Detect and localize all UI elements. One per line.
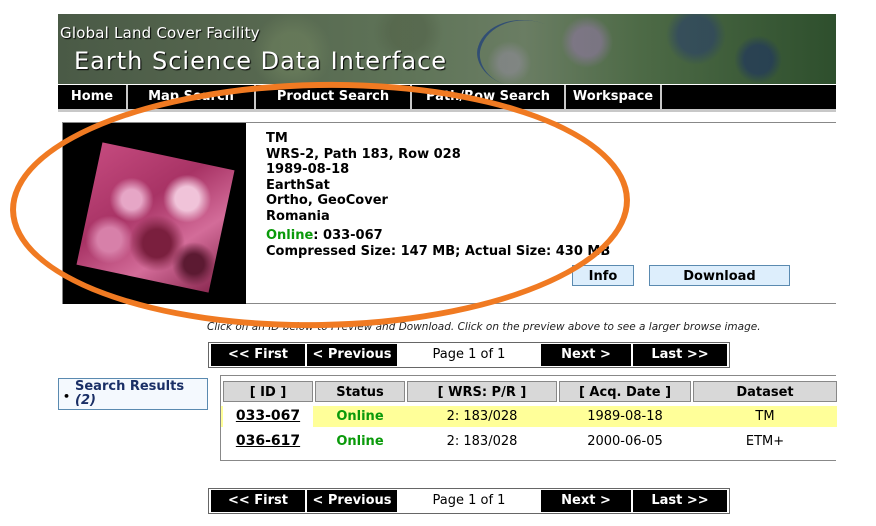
row-wrs: 2: 183/028 xyxy=(446,434,518,449)
banner-title-small: Global Land Cover Facility xyxy=(60,24,260,42)
page-indicator: Page 1 of 1 xyxy=(432,493,506,508)
col-id[interactable]: [ ID ] xyxy=(223,381,313,402)
col-wrs[interactable]: [ WRS: P/R ] xyxy=(407,381,557,402)
results-table: [ ID ] Status [ WRS: P/R ] [ Acq. Date ]… xyxy=(220,375,837,461)
preview-hint: Click on an ID below to Preview and Down… xyxy=(207,321,761,333)
row-id[interactable]: 036-617 xyxy=(223,431,313,452)
scene-metadata: TM WRS-2, Path 183, Row 028 1989-08-18 E… xyxy=(266,131,610,259)
nav-home[interactable]: Home xyxy=(58,85,128,109)
pager-top: << First < Previous Page 1 of 1 Next > L… xyxy=(208,342,730,368)
scene-product: Ortho, GeoCover xyxy=(266,193,388,208)
search-results-count: (2) xyxy=(75,393,96,408)
scene-size: Compressed Size: 147 MB; Actual Size: 43… xyxy=(266,243,611,259)
search-results-box[interactable]: • Search Results (2) xyxy=(58,378,208,410)
info-button[interactable]: Info xyxy=(572,265,634,286)
scene-wrs: WRS-2, Path 183, Row 028 xyxy=(266,146,461,162)
row-id-link[interactable]: 036-617 xyxy=(236,433,300,449)
table-row[interactable]: 033-067 Online 2: 183/028 1989-08-18 TM xyxy=(221,406,837,427)
col-dataset: Dataset xyxy=(693,381,837,402)
nav-path-row-search[interactable]: Path/Row Search xyxy=(412,85,566,109)
row-dataset: TM xyxy=(755,409,775,424)
row-date: 2000-06-05 xyxy=(587,434,663,449)
nav-workspace[interactable]: Workspace xyxy=(566,85,662,109)
download-button[interactable]: Download xyxy=(649,265,790,286)
row-status: Online xyxy=(336,434,384,449)
row-wrs: 2: 183/028 xyxy=(446,409,518,424)
scene-status: Online xyxy=(266,228,314,243)
site-banner: Global Land Cover Facility Earth Science… xyxy=(58,14,836,84)
search-results-title[interactable]: Search Results xyxy=(75,379,184,394)
scene-provider: EarthSat xyxy=(266,177,330,193)
previous-button[interactable]: < Previous xyxy=(307,490,397,512)
scene-detail-panel: TM WRS-2, Path 183, Row 028 1989-08-18 E… xyxy=(62,122,836,304)
row-date: 1989-08-18 xyxy=(587,409,663,424)
col-acq-date[interactable]: [ Acq. Date ] xyxy=(559,381,691,402)
row-id[interactable]: 033-067 xyxy=(223,406,313,427)
nav-map-search[interactable]: Map Search xyxy=(128,85,256,109)
scene-status-id: : 033-067 xyxy=(313,228,383,243)
first-button[interactable]: << First xyxy=(211,344,305,366)
first-button[interactable]: << First xyxy=(211,490,305,512)
col-status: Status xyxy=(315,381,405,402)
row-dataset: ETM+ xyxy=(745,434,785,449)
row-status: Online xyxy=(336,409,384,424)
scene-sensor: TM xyxy=(266,131,288,146)
main-nav: Home Map Search Product Search Path/Row … xyxy=(58,85,836,112)
nav-product-search[interactable]: Product Search xyxy=(256,85,412,109)
last-button[interactable]: Last >> xyxy=(633,344,727,366)
search-results-label[interactable]: Search Results (2) xyxy=(75,380,184,408)
browse-image-frame[interactable] xyxy=(63,123,246,304)
scene-date: 1989-08-18 xyxy=(266,162,350,177)
row-id-link[interactable]: 033-067 xyxy=(236,408,300,424)
scene-country: Romania xyxy=(266,208,330,224)
pager-bottom: << First < Previous Page 1 of 1 Next > L… xyxy=(208,488,730,514)
previous-button[interactable]: < Previous xyxy=(307,344,397,366)
browse-image-thumbnail[interactable] xyxy=(76,142,235,293)
last-button[interactable]: Last >> xyxy=(633,490,727,512)
next-button[interactable]: Next > xyxy=(541,344,631,366)
next-button[interactable]: Next > xyxy=(541,490,631,512)
banner-title-large: Earth Science Data Interface xyxy=(74,47,448,75)
page-indicator: Page 1 of 1 xyxy=(432,347,506,362)
table-row[interactable]: 036-617 Online 2: 183/028 2000-06-05 ETM… xyxy=(221,431,837,452)
bullet-icon: • xyxy=(63,390,71,403)
scene-status-line: Online: 033-067 xyxy=(266,228,610,244)
